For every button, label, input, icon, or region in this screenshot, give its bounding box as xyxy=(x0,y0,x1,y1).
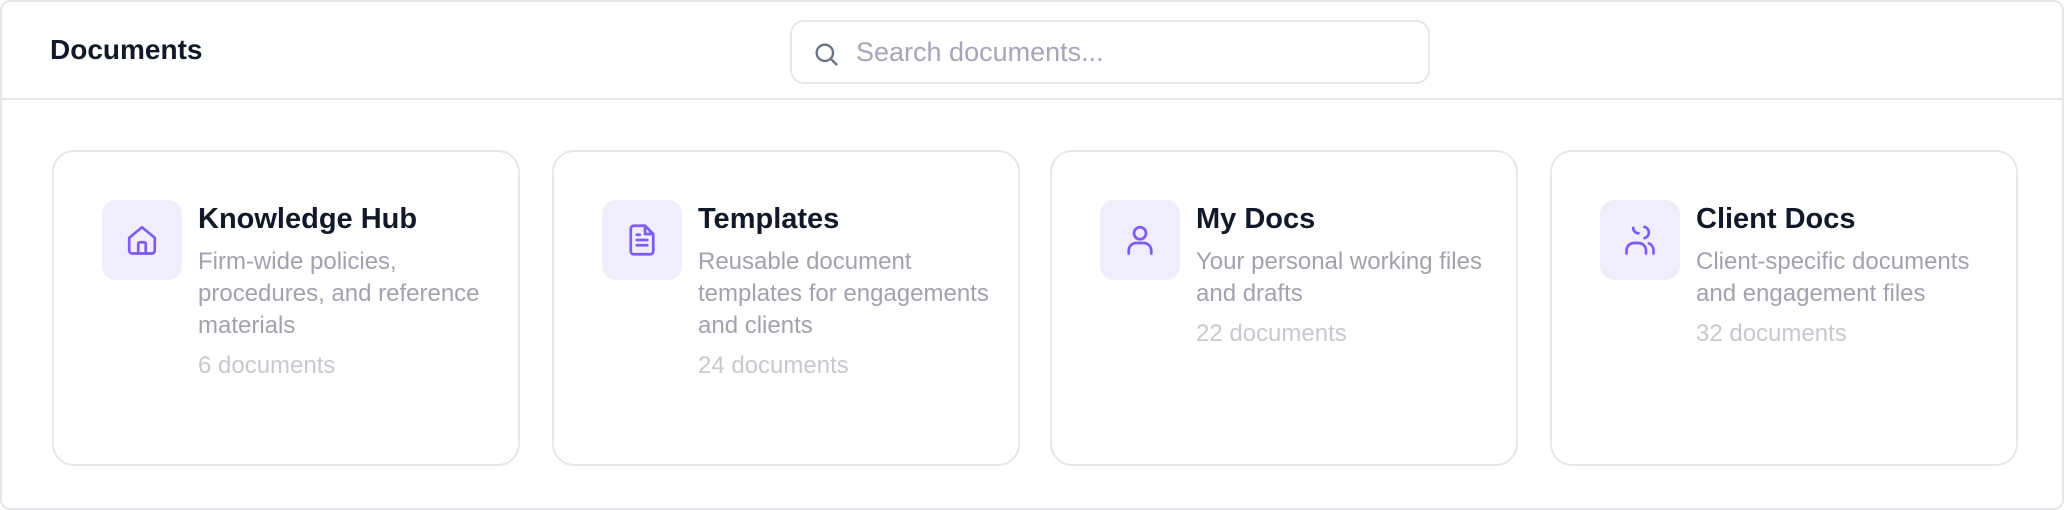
card-text: Client Docs Client-specific documents an… xyxy=(1696,200,1996,350)
collection-card-my-docs[interactable]: My Docs Your personal working files and … xyxy=(1050,150,1518,466)
page-header: Documents xyxy=(2,2,2062,100)
icon-tile xyxy=(1100,200,1180,280)
card-description: Client-specific documents and engagement… xyxy=(1696,248,1970,307)
card-description: Firm-wide policies, procedures, and refe… xyxy=(198,248,480,339)
collection-card-templates[interactable]: Templates Reusable document templates fo… xyxy=(552,150,1020,466)
card-text: Templates Reusable document templates fo… xyxy=(698,200,998,382)
card-title: Knowledge Hub xyxy=(198,203,418,235)
page-title: Documents xyxy=(50,34,203,65)
document-count: 24 documents xyxy=(698,352,849,379)
document-count: 6 documents xyxy=(198,352,336,379)
icon-tile xyxy=(1600,200,1680,280)
collection-cards: Knowledge Hub Firm-wide policies, proced… xyxy=(52,150,2018,466)
card-description: Your personal working files and drafts xyxy=(1196,248,1482,307)
card-title: Client Docs xyxy=(1696,203,1856,235)
card-description: Reusable document templates for engageme… xyxy=(698,248,989,339)
card-text: My Docs Your personal working files and … xyxy=(1196,200,1496,350)
card-title: My Docs xyxy=(1196,203,1316,235)
document-count: 32 documents xyxy=(1696,320,1847,347)
home-icon xyxy=(127,225,157,255)
card-title: Templates xyxy=(698,203,840,235)
documents-window: Documents Knowledge Hub Firm-wide polici… xyxy=(0,0,2064,510)
search-icon xyxy=(815,43,838,66)
search-input[interactable] xyxy=(856,22,1416,82)
card-text: Knowledge Hub Firm-wide policies, proced… xyxy=(198,200,498,382)
collection-card-client-docs[interactable]: Client Docs Client-specific documents an… xyxy=(1550,150,2018,466)
icon-tile xyxy=(102,200,182,280)
document-icon xyxy=(629,224,655,256)
icon-tile xyxy=(602,200,682,280)
users-icon xyxy=(1625,225,1655,255)
document-count: 22 documents xyxy=(1196,320,1347,347)
user-icon xyxy=(1127,225,1153,255)
search-box[interactable] xyxy=(790,20,1430,84)
collection-card-knowledge-hub[interactable]: Knowledge Hub Firm-wide policies, proced… xyxy=(52,150,520,466)
